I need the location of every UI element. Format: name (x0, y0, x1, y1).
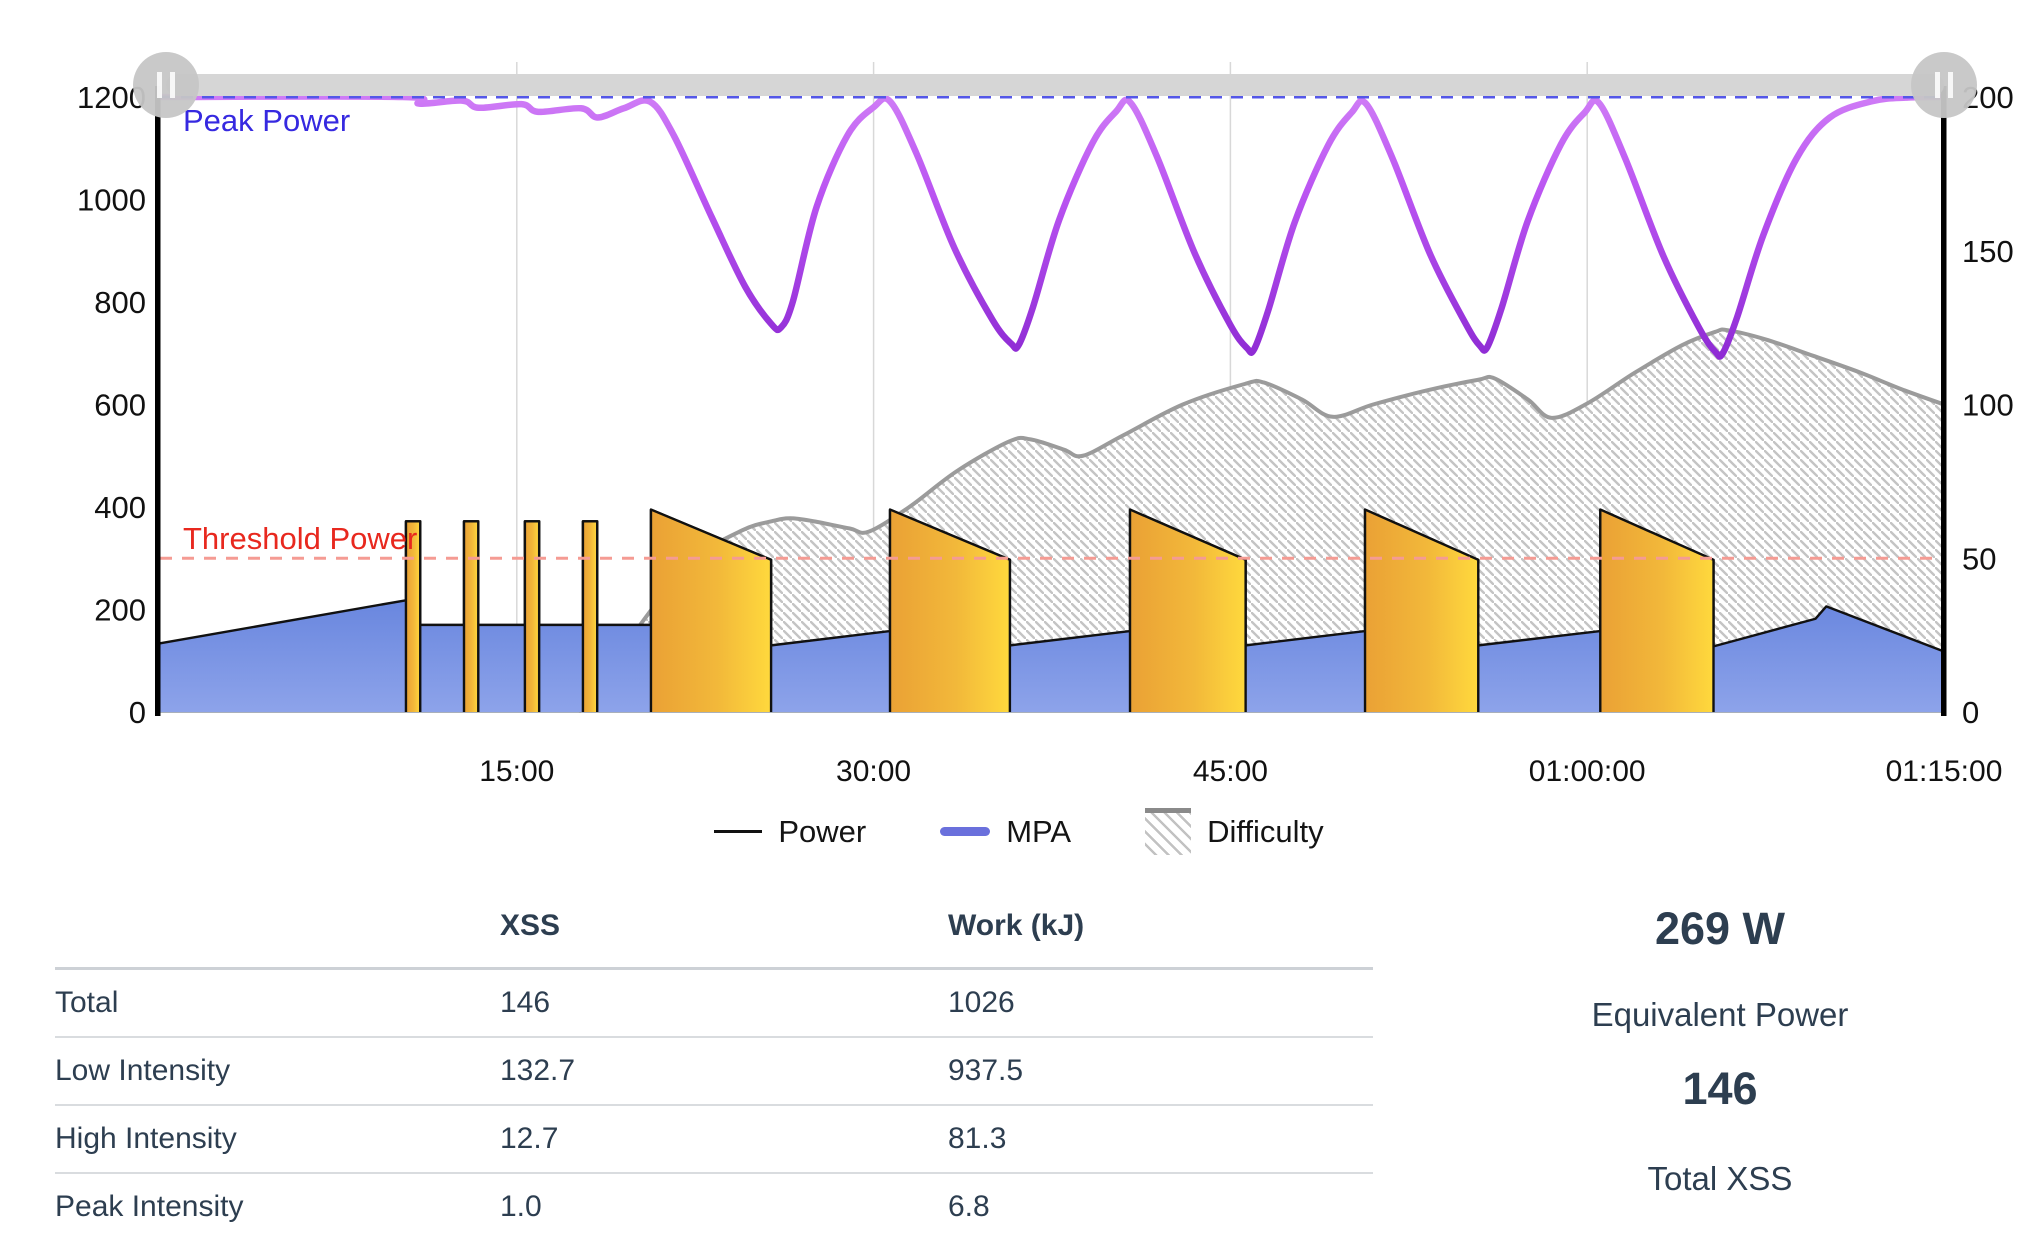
interval-block (464, 521, 478, 712)
y-left-tick-label: 0 (129, 695, 146, 730)
y-axis-left (155, 86, 161, 716)
row-label: Peak Intensity (55, 1173, 500, 1240)
legend-label-difficulty: Difficulty (1207, 814, 1324, 850)
y-left-tick-label: 1000 (77, 183, 146, 218)
legend-label-mpa: MPA (1006, 814, 1071, 850)
y-left-tick-label: 200 (94, 593, 146, 628)
slider-track[interactable] (166, 74, 1944, 96)
slider-handle-left[interactable] (133, 52, 199, 118)
mpa-line-swatch (940, 827, 990, 836)
y-left-tick-label: 800 (94, 285, 146, 320)
legend-item-mpa[interactable]: MPA (940, 814, 1071, 850)
col-header-xss: XSS (500, 903, 948, 969)
grip-icon (1948, 72, 1953, 98)
y-left-tick-label: 600 (94, 388, 146, 423)
row-label: Low Intensity (55, 1037, 500, 1105)
x-tick-label: 30:00 (836, 755, 911, 788)
row-label: High Intensity (55, 1105, 500, 1173)
table-row: High Intensity12.781.3 (55, 1105, 1373, 1173)
y-right-tick-label: 100 (1962, 388, 2014, 423)
slider-handle-circle (1911, 52, 1977, 118)
workout-chart: Peak Power Threshold Power 0 200 400 600 800 10… (0, 0, 2038, 800)
col-header-work: Work (kJ) (948, 903, 1373, 969)
mpa-line (160, 97, 1944, 357)
intensity-table: XSS Work (kJ) Total1461026Low Intensity1… (55, 903, 1373, 1240)
x-tick-label: 01:00:00 (1529, 755, 1646, 788)
row-label: Total (55, 969, 500, 1038)
peak-power-label: Peak Power (183, 103, 350, 138)
x-tick-label: 45:00 (1193, 755, 1268, 788)
row-value: 1.0 (500, 1173, 948, 1240)
row-value: 6.8 (948, 1173, 1373, 1240)
row-value: 146 (500, 969, 948, 1038)
legend-item-power[interactable]: Power (714, 814, 866, 850)
y-axis-right (1941, 86, 1947, 716)
row-value: 937.5 (948, 1037, 1373, 1105)
legend-item-difficulty[interactable]: Difficulty (1145, 808, 1324, 855)
equivalent-power-label: Equivalent Power (1500, 995, 1940, 1035)
interval-block (525, 521, 539, 712)
row-value: 132.7 (500, 1037, 948, 1105)
grip-icon (157, 72, 162, 98)
table-row: Low Intensity132.7937.5 (55, 1037, 1373, 1105)
interval-block (583, 521, 597, 712)
row-value: 1026 (948, 969, 1373, 1038)
x-tick-label: 15:00 (479, 755, 554, 788)
y-right-tick-label: 50 (1962, 541, 1996, 576)
total-xss-value: 146 (1500, 1063, 1940, 1115)
legend-label-power: Power (778, 814, 866, 850)
equivalent-power-value: 269 W (1500, 903, 1940, 955)
table-header-row: XSS Work (kJ) (55, 903, 1373, 969)
row-value: 12.7 (500, 1105, 948, 1173)
power-line-swatch (714, 830, 762, 833)
total-xss-label: Total XSS (1500, 1159, 1940, 1199)
x-tick-label: 01:15:00 (1886, 755, 2003, 788)
slider-handle-circle (133, 52, 199, 118)
threshold-power-label: Threshold Power (183, 521, 417, 556)
col-header-blank (55, 903, 500, 969)
y-right-tick-label: 150 (1962, 234, 2014, 269)
chart-legend: Power MPA Difficulty (0, 808, 2038, 855)
y-right-tick-label: 0 (1962, 695, 1979, 730)
grip-icon (170, 72, 175, 98)
row-value: 81.3 (948, 1105, 1373, 1173)
table-row: Total1461026 (55, 969, 1373, 1038)
summary-panel: 269 W Equivalent Power 146 Total XSS (1500, 903, 1940, 1199)
y-left-tick-label: 400 (94, 490, 146, 525)
grip-icon (1935, 72, 1940, 98)
table-row: Peak Intensity1.06.8 (55, 1173, 1373, 1240)
difficulty-hatch-swatch (1145, 808, 1191, 855)
workout-analysis-page: Peak Power Threshold Power 0 200 400 600 800 10… (0, 0, 2038, 1242)
slider-handle-right[interactable] (1911, 52, 1977, 118)
